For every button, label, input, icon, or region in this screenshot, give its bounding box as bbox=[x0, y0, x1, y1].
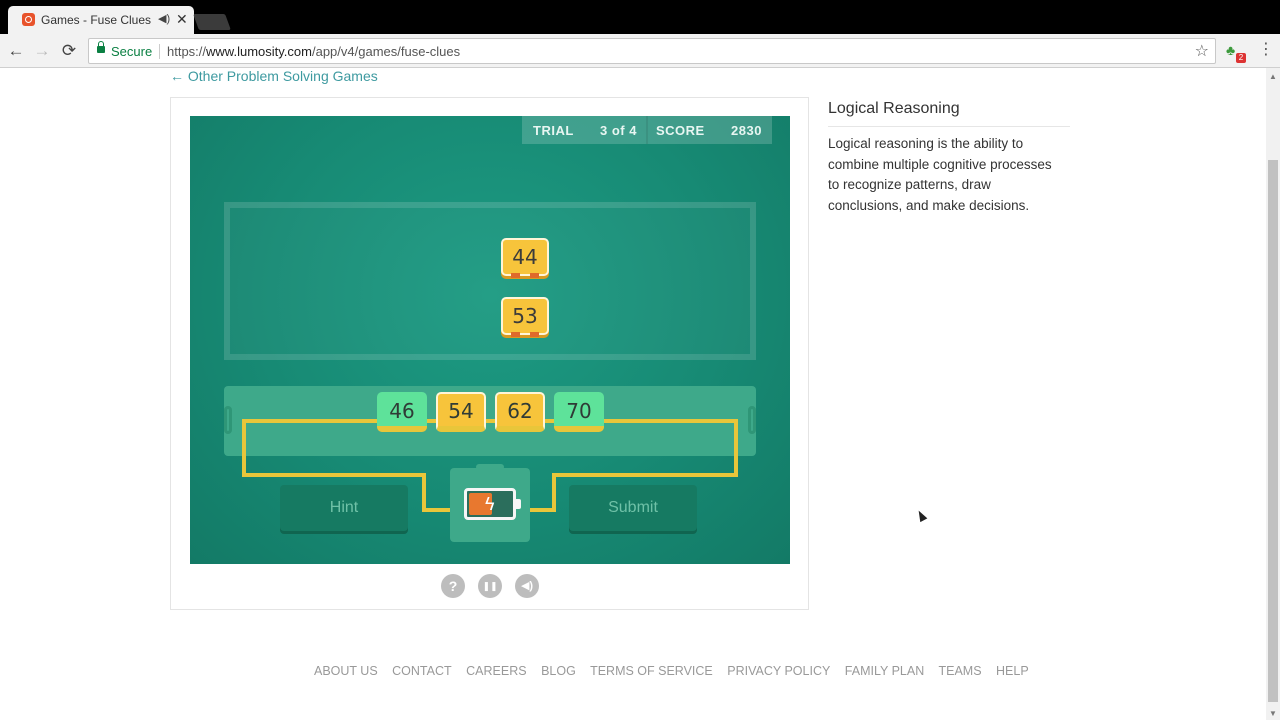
speaker-icon[interactable]: ◀) bbox=[158, 12, 170, 25]
circuit-wire bbox=[242, 419, 246, 477]
chip-feet bbox=[511, 273, 539, 278]
hint-button[interactable]: Hint bbox=[280, 485, 408, 531]
score-label: SCORE bbox=[656, 123, 705, 138]
circuit-wire bbox=[422, 508, 452, 512]
secure-label: Secure bbox=[111, 44, 153, 59]
lightning-bolt-icon: ϟ bbox=[485, 494, 495, 514]
footer-link-about-us[interactable]: ABOUT US bbox=[314, 664, 378, 678]
lock-icon bbox=[97, 41, 105, 53]
panel-clip-right bbox=[748, 406, 756, 434]
hud-divider bbox=[646, 116, 648, 144]
footer-links: ABOUT US CONTACT CAREERS BLOG TERMS OF S… bbox=[314, 664, 1040, 678]
slot-chip[interactable]: 70 bbox=[554, 392, 604, 432]
back-arrow-icon[interactable]: ← bbox=[5, 40, 27, 62]
submit-button[interactable]: Submit bbox=[569, 485, 697, 531]
url-text[interactable]: https://www.lumosity.com/app/v4/games/fu… bbox=[167, 44, 460, 59]
scroll-down-arrow-icon[interactable]: ▼ bbox=[1266, 709, 1280, 718]
clue-area bbox=[224, 202, 756, 360]
slot-chip[interactable]: 46 bbox=[377, 392, 427, 432]
url-path: /app/v4/games/fuse-clues bbox=[311, 44, 461, 59]
clue-chip-value: 53 bbox=[512, 304, 538, 328]
footer-link-careers[interactable]: CAREERS bbox=[466, 664, 526, 678]
browser-tab-bar: Games - Fuse Clues - ◀) ✕ bbox=[0, 0, 1280, 34]
slot-chip[interactable]: 54 bbox=[436, 392, 486, 432]
slot-chip[interactable]: 62 bbox=[495, 392, 545, 432]
browser-tab[interactable]: Games - Fuse Clues - ◀) ✕ bbox=[8, 6, 194, 34]
circuit-wire bbox=[734, 419, 738, 477]
panel-clip-left bbox=[224, 406, 232, 434]
help-icon[interactable]: ? bbox=[441, 574, 465, 598]
url-prefix: https:// bbox=[167, 44, 207, 59]
battery-housing: ϟ bbox=[450, 464, 530, 542]
score-value: 2830 bbox=[731, 123, 762, 138]
clue-chip[interactable]: 53 bbox=[501, 297, 549, 337]
circuit-wire bbox=[242, 419, 738, 423]
forward-arrow-icon[interactable]: → bbox=[31, 40, 53, 62]
sound-icon[interactable]: ◀) bbox=[515, 574, 539, 598]
footer-link-help[interactable]: HELP bbox=[996, 664, 1029, 678]
lumosity-favicon-icon bbox=[22, 13, 35, 26]
footer-link-blog[interactable]: BLOG bbox=[541, 664, 576, 678]
extension-badge: 2 bbox=[1236, 53, 1246, 63]
game-card: TRIAL 3 of 4 SCORE 2830 44 53 46 54 62 7… bbox=[170, 97, 809, 610]
circuit-wire bbox=[422, 473, 426, 511]
circuit-wire bbox=[242, 473, 424, 477]
page-content: ← Other Problem Solving Games TRIAL 3 of… bbox=[0, 68, 1266, 720]
tab-close-icon[interactable]: ✕ bbox=[176, 10, 188, 28]
circuit-wire bbox=[528, 508, 556, 512]
address-bar[interactable]: Secure https://www.lumosity.com/app/v4/g… bbox=[88, 38, 1216, 64]
url-host: www.lumosity.com bbox=[206, 44, 312, 59]
trial-label: TRIAL bbox=[533, 123, 574, 138]
circuit-wire bbox=[552, 473, 738, 477]
page-scrollbar[interactable]: ▲ ▼ bbox=[1266, 68, 1280, 720]
skill-title: Logical Reasoning bbox=[828, 100, 960, 117]
footer-link-teams[interactable]: TEAMS bbox=[938, 664, 981, 678]
footer-link-contact[interactable]: CONTACT bbox=[392, 664, 452, 678]
browser-menu-icon[interactable]: ⋮ bbox=[1258, 40, 1274, 60]
mouse-cursor-icon bbox=[911, 505, 931, 525]
scrollbar-thumb[interactable] bbox=[1268, 160, 1278, 702]
tab-title: Games - Fuse Clues - bbox=[41, 13, 151, 27]
game-canvas[interactable]: TRIAL 3 of 4 SCORE 2830 44 53 46 54 62 7… bbox=[190, 116, 790, 564]
trial-value: 3 of 4 bbox=[600, 123, 637, 138]
pause-icon[interactable]: ❚❚ bbox=[478, 574, 502, 598]
skill-divider bbox=[828, 126, 1070, 127]
footer-link-terms[interactable]: TERMS OF SERVICE bbox=[590, 664, 713, 678]
footer-link-privacy[interactable]: PRIVACY POLICY bbox=[727, 664, 830, 678]
omnibox-divider bbox=[159, 44, 160, 59]
bookmark-star-icon[interactable]: ☆ bbox=[1195, 41, 1209, 61]
chip-feet bbox=[511, 332, 539, 337]
clue-chip-value: 44 bbox=[512, 245, 538, 269]
clue-chip[interactable]: 44 bbox=[501, 238, 549, 278]
browser-toolbar: ← → ⟳ Secure https://www.lumosity.com/ap… bbox=[0, 34, 1280, 68]
other-games-link[interactable]: ← Other Problem Solving Games bbox=[170, 68, 378, 84]
battery-icon: ϟ bbox=[464, 488, 521, 520]
skill-description: Logical reasoning is the ability to comb… bbox=[828, 136, 1052, 213]
scroll-up-arrow-icon[interactable]: ▲ bbox=[1266, 72, 1280, 81]
reload-icon[interactable]: ⟳ bbox=[58, 40, 80, 62]
new-tab-button[interactable] bbox=[193, 14, 231, 30]
footer-link-family-plan[interactable]: FAMILY PLAN bbox=[845, 664, 924, 678]
circuit-wire bbox=[552, 473, 556, 511]
game-hud: TRIAL 3 of 4 SCORE 2830 bbox=[522, 116, 772, 144]
